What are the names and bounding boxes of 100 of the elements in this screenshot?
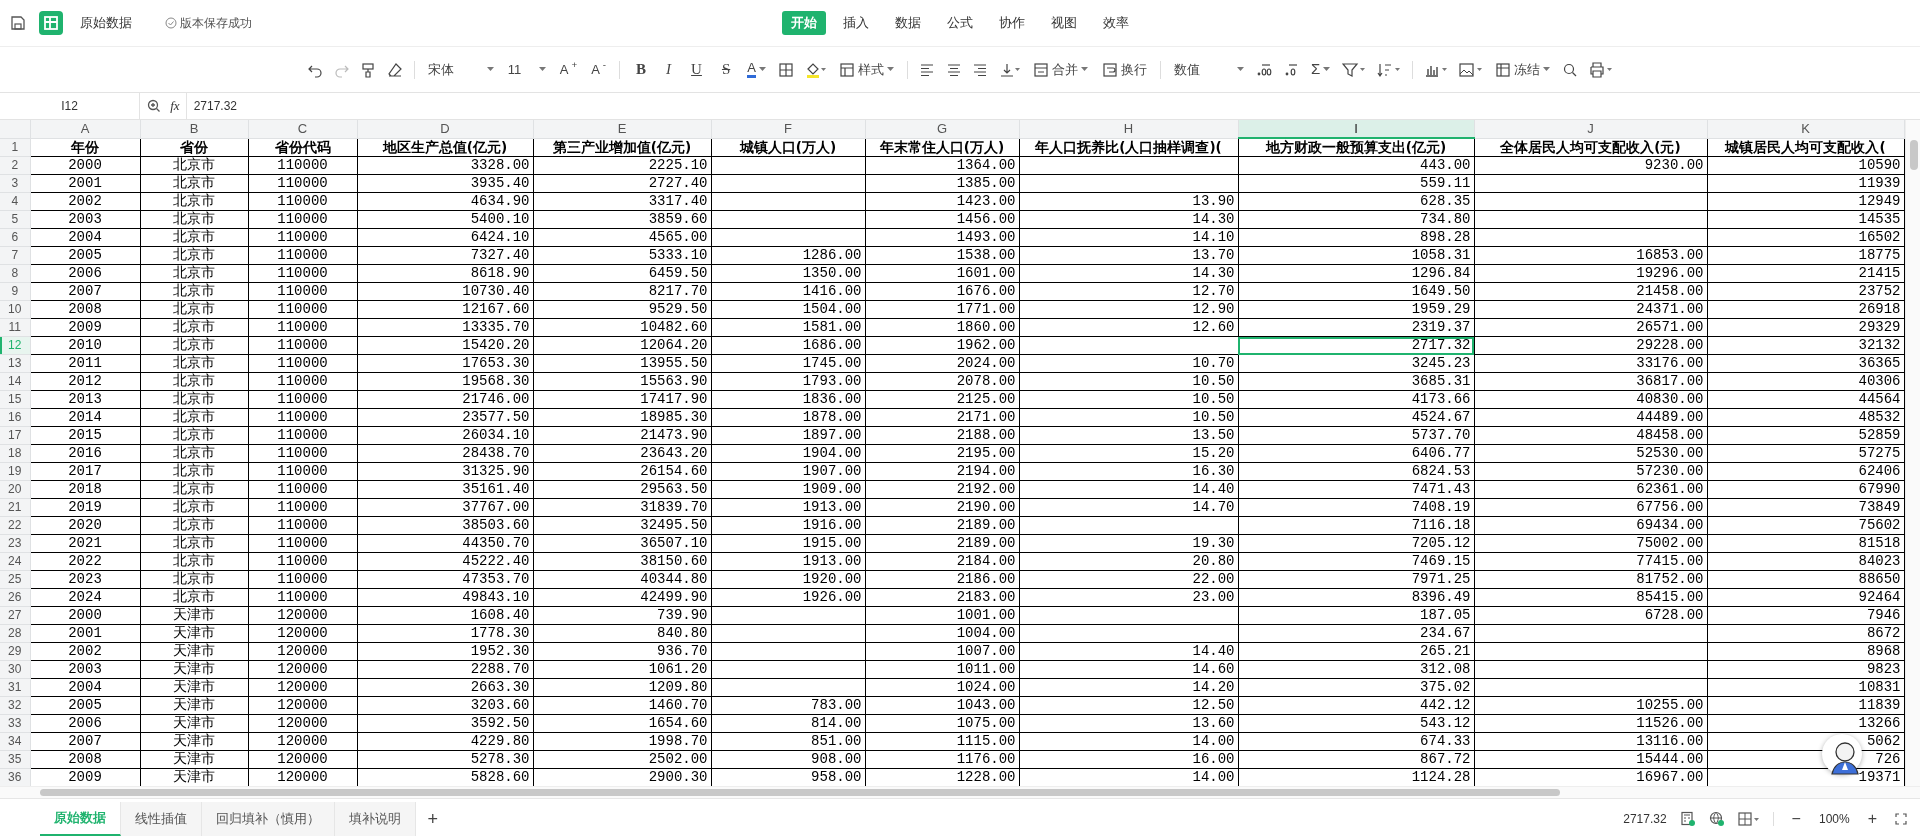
table-cell: 36365: [1858, 355, 1901, 371]
filter-icon[interactable]: [1342, 61, 1367, 78]
table-cell: 2002: [68, 643, 102, 659]
fullscreen-icon[interactable]: [1895, 813, 1907, 825]
table-cell: 110000: [277, 229, 328, 245]
save-icon[interactable]: [10, 15, 26, 31]
image-icon[interactable]: [1458, 61, 1483, 78]
table-cell: 26034.10: [462, 427, 530, 443]
table-cell: 12.60: [1192, 319, 1235, 335]
table-cell: 13335.70: [462, 319, 530, 335]
grid-view-icon[interactable]: [1737, 812, 1760, 826]
sort-icon[interactable]: [1376, 61, 1401, 78]
table-cell: 10.50: [1192, 373, 1235, 389]
search-icon[interactable]: [1562, 61, 1579, 78]
table-cell: 1904.00: [802, 445, 862, 461]
table-cell: 29329: [1858, 319, 1901, 335]
sum-button[interactable]: Σ: [1305, 56, 1336, 83]
wrap-text-button[interactable]: 换行: [1096, 57, 1152, 82]
zoom-out-button[interactable]: −: [1786, 805, 1806, 833]
table-cell: 19296.00: [1636, 265, 1704, 281]
column-header[interactable]: E: [533, 120, 711, 138]
add-sheet-button[interactable]: +: [422, 803, 443, 835]
table-cell: 10482.60: [640, 319, 708, 335]
table-cell: 48532: [1858, 409, 1901, 425]
table-cell: 14.00: [1192, 769, 1235, 785]
table-cell: 110000: [277, 463, 328, 479]
table-cell: 8396.49: [1411, 589, 1471, 605]
menu-tab[interactable]: 视图: [1042, 11, 1086, 35]
name-box[interactable]: I12: [0, 93, 140, 119]
sheet-tab[interactable]: 线性插值: [121, 802, 202, 836]
table-cell: 24371.00: [1636, 301, 1704, 317]
sheet-tab[interactable]: 填补说明: [335, 802, 416, 836]
column-header[interactable]: J: [1474, 120, 1707, 138]
borders-icon[interactable]: [778, 61, 795, 78]
zoom-icon[interactable]: [146, 99, 161, 113]
font-select[interactable]: 宋体: [422, 57, 499, 82]
table-cell: 67756.00: [1636, 499, 1704, 515]
sheet-tab[interactable]: 回归填补（慎用）: [202, 802, 335, 836]
column-header[interactable]: F: [711, 120, 865, 138]
menu-tab[interactable]: 插入: [834, 11, 878, 35]
table-cell: 15420.20: [462, 337, 530, 353]
menu-tab[interactable]: 效率: [1094, 11, 1138, 35]
column-header[interactable]: D: [357, 120, 533, 138]
fill-color-icon[interactable]: [804, 61, 827, 78]
table-cell: 35161.40: [462, 481, 530, 497]
table-cell: 5400.10: [470, 211, 530, 227]
format-painter-icon[interactable]: [360, 61, 376, 78]
table-cell: 16967.00: [1636, 769, 1704, 785]
zoom-in-button[interactable]: +: [1862, 805, 1882, 833]
align-left-icon[interactable]: [919, 61, 936, 78]
table-cell: 187.05: [1420, 607, 1471, 623]
menu-tab[interactable]: 数据: [886, 11, 930, 35]
table-cell: 23.00: [1192, 589, 1235, 605]
table-cell: 2190.00: [956, 499, 1016, 515]
decrease-font-button[interactable]: A$^{-}$: [586, 57, 612, 82]
table-cell: 8672: [1866, 625, 1901, 641]
column-header[interactable]: B: [140, 120, 248, 138]
font-size-select[interactable]: 11: [502, 57, 551, 82]
selected-cell[interactable]: 2717.32: [1238, 336, 1474, 355]
column-header[interactable]: I: [1238, 120, 1474, 138]
column-header[interactable]: C: [248, 120, 357, 138]
freeze-button[interactable]: 冻结: [1490, 57, 1556, 82]
table-cell: 1043.00: [956, 697, 1016, 713]
table-cell: 6406.77: [1411, 445, 1471, 461]
formula-input[interactable]: 2717.32: [187, 97, 238, 115]
align-bottom-icon[interactable]: [998, 61, 1021, 78]
table-cell: 8618.90: [470, 265, 530, 281]
function-label[interactable]: fx: [167, 96, 183, 116]
calculator-icon[interactable]: [1679, 811, 1696, 827]
format-button[interactable]: U: [683, 58, 710, 81]
table-cell: 13955.50: [640, 355, 708, 371]
table-cell: 110000: [277, 517, 328, 533]
increase-font-button[interactable]: A$^{+}$: [554, 57, 583, 82]
format-button[interactable]: B: [628, 58, 655, 81]
column-header[interactable]: A: [30, 120, 140, 138]
table-cell: 2171.00: [956, 409, 1016, 425]
column-header[interactable]: K: [1707, 120, 1904, 138]
table-cell: 29228.00: [1636, 337, 1704, 353]
eraser-icon[interactable]: [386, 61, 403, 78]
table-cell: 2013: [68, 391, 102, 407]
menu-tab[interactable]: 协作: [990, 11, 1034, 35]
table-cell: 4634.90: [470, 193, 530, 209]
merge-button[interactable]: 合并: [1027, 57, 1093, 82]
align-center-icon[interactable]: [945, 61, 962, 78]
column-header[interactable]: G: [865, 120, 1019, 138]
menu-tab[interactable]: 公式: [938, 11, 982, 35]
print-icon[interactable]: [1588, 61, 1613, 78]
table-cell: 15.20: [1192, 445, 1235, 461]
format-button[interactable]: I: [658, 58, 680, 81]
increase-decimal-icon[interactable]: [1256, 61, 1273, 78]
horizontal-scrollbar[interactable]: [0, 786, 1920, 798]
font-color-button[interactable]: A: [742, 59, 771, 80]
table-cell: 2000: [68, 157, 102, 173]
format-button[interactable]: S: [713, 58, 739, 81]
table-cell: 5828.60: [470, 769, 530, 785]
number-format-select[interactable]: 数值: [1168, 57, 1249, 82]
column-header[interactable]: H: [1019, 120, 1238, 138]
align-right-icon[interactable]: [972, 61, 989, 78]
globe-icon[interactable]: [1708, 811, 1725, 827]
cell-style-button[interactable]: 样式: [833, 57, 899, 82]
